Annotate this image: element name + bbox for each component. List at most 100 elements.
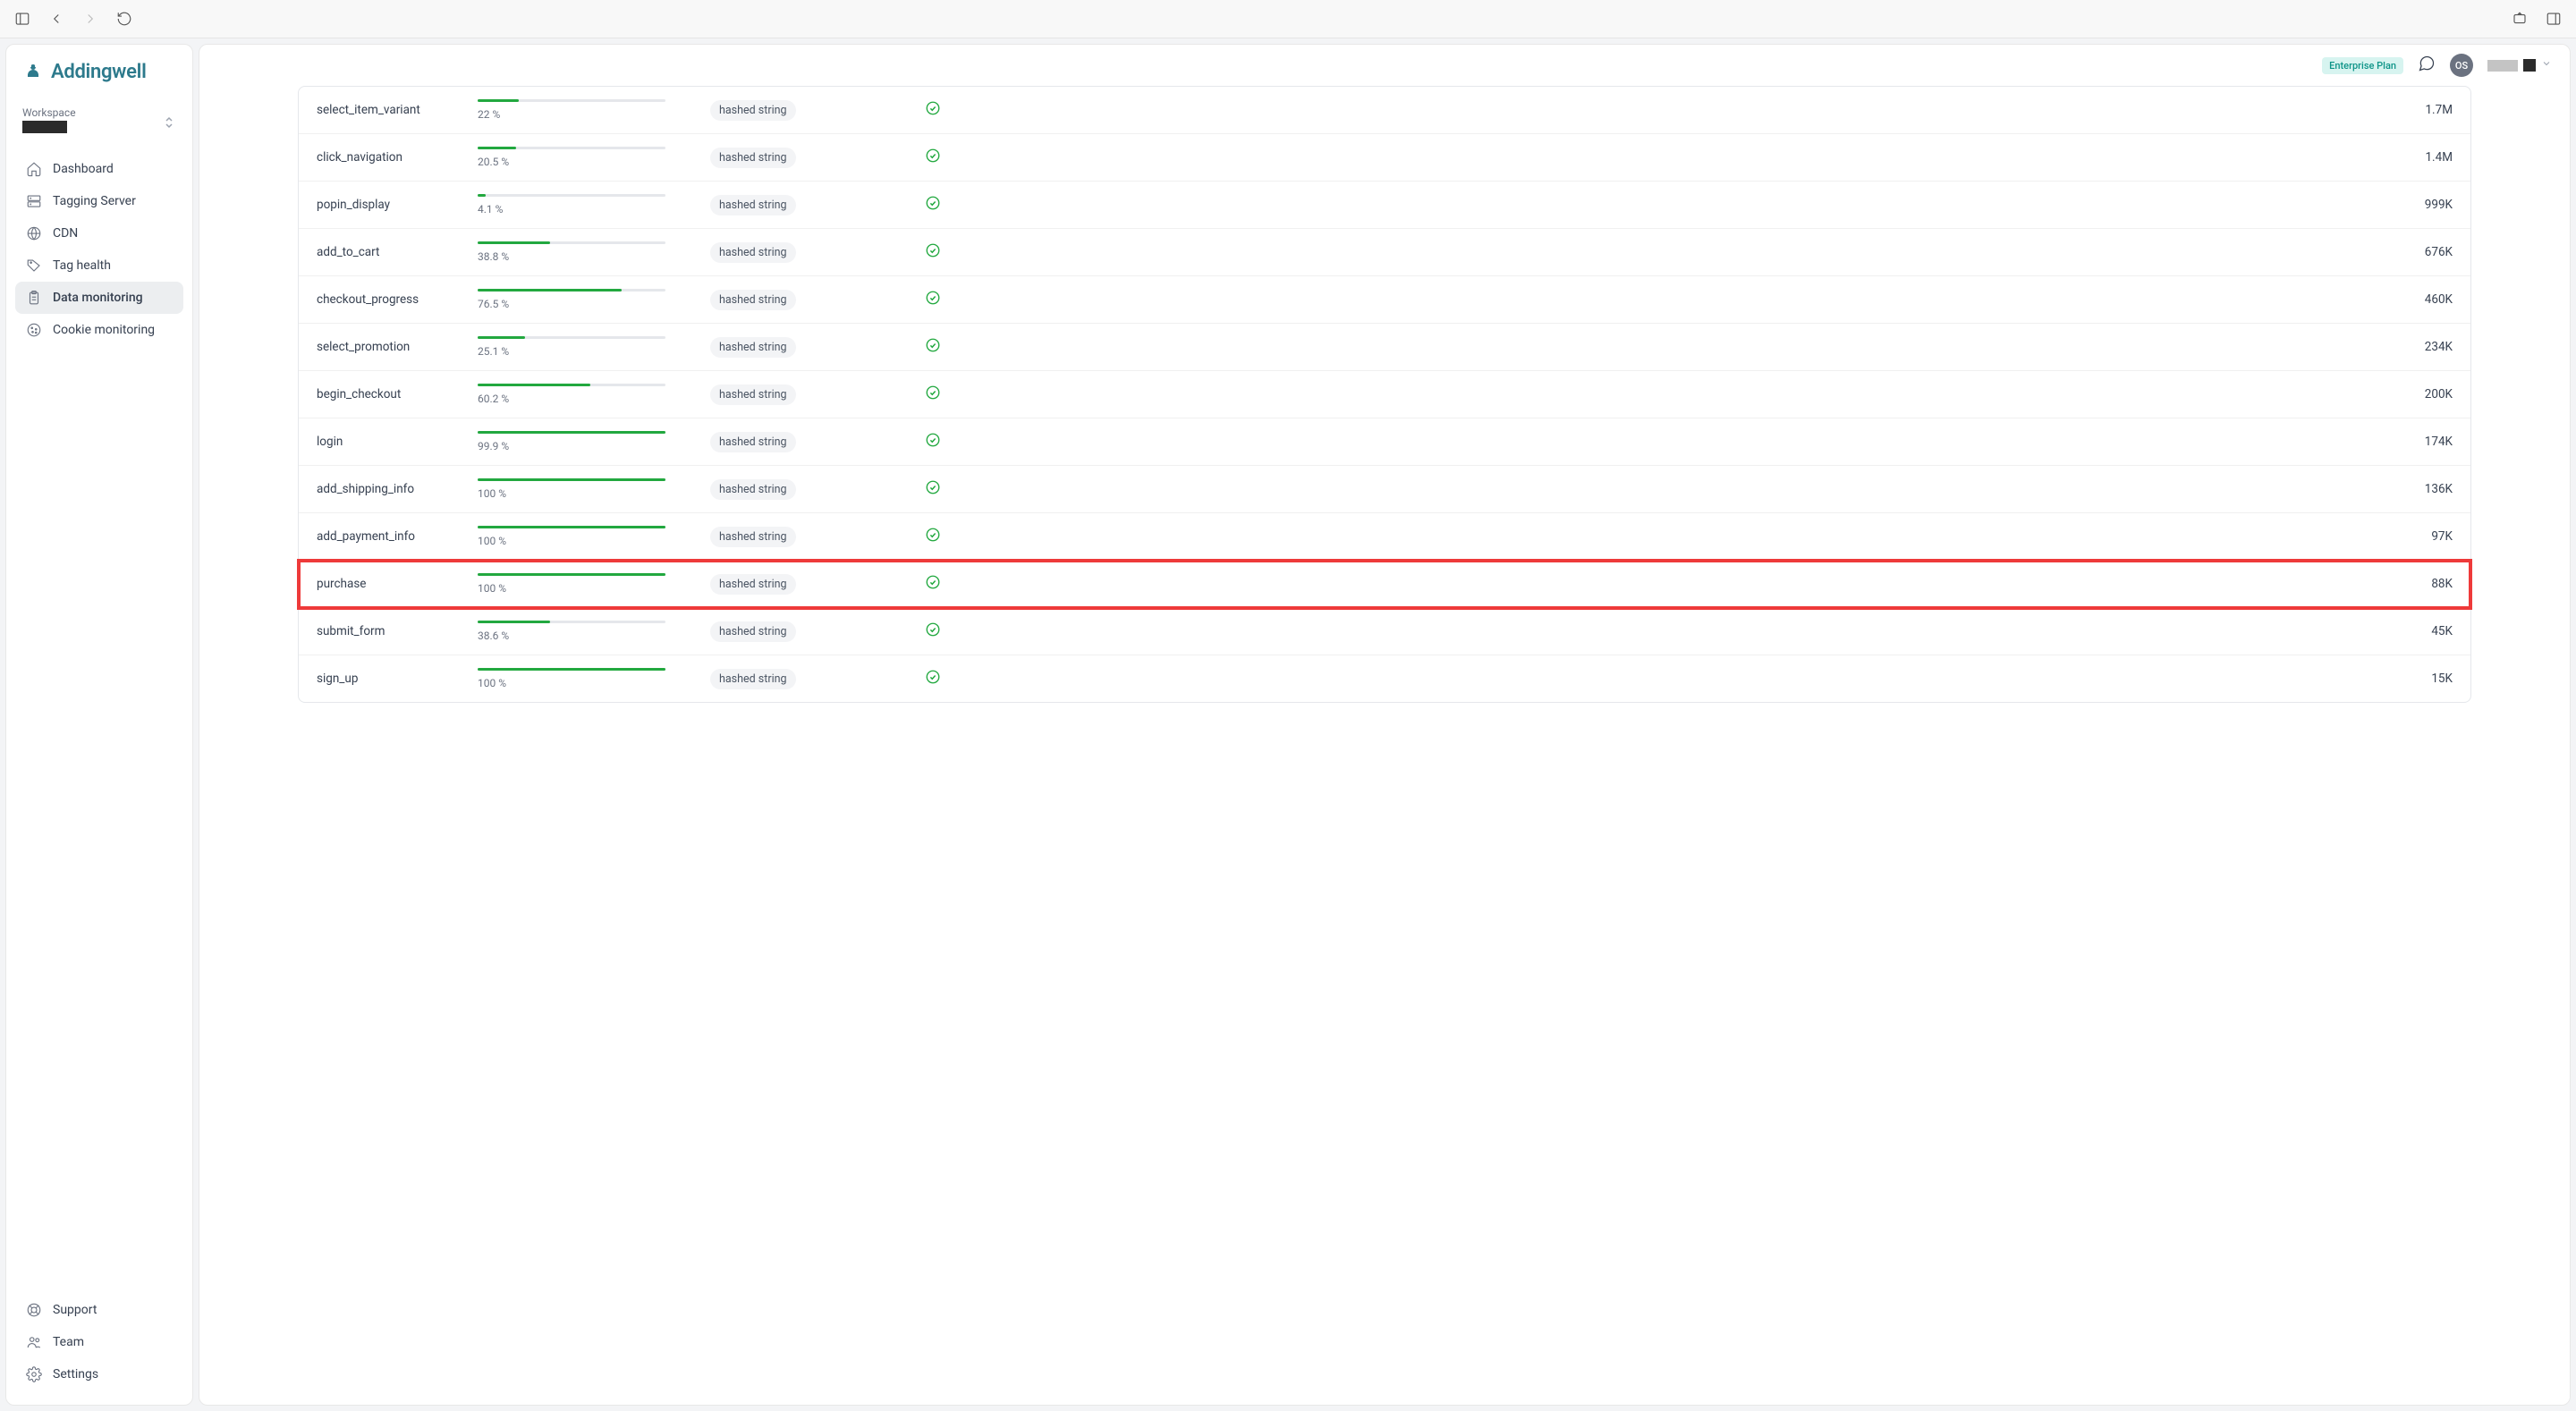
org-name-redacted — [2487, 60, 2518, 72]
check-circle-icon — [925, 390, 941, 404]
top-bar: Enterprise Plan OS — [199, 45, 2570, 86]
table-row[interactable]: begin_checkout60.2 %hashed string200K — [299, 371, 2470, 418]
table-row[interactable]: checkout_progress76.5 %hashed string460K — [299, 276, 2470, 324]
event-name: add_shipping_info — [317, 482, 478, 496]
workspace-label: Workspace — [22, 106, 176, 119]
workspace-selector[interactable]: Workspace — [6, 99, 192, 149]
type-badge: hashed string — [710, 195, 796, 215]
status-cell — [925, 148, 1050, 167]
type-cell: hashed string — [710, 242, 925, 263]
status-cell — [925, 384, 1050, 404]
table-row[interactable]: login99.9 %hashed string174K — [299, 418, 2470, 466]
count-value: 88K — [1050, 577, 2453, 591]
event-name: add_payment_info — [317, 529, 478, 544]
status-cell — [925, 290, 1050, 309]
nav-label: Tag health — [53, 258, 111, 273]
count-value: 1.7M — [1050, 103, 2453, 117]
chevron-down-icon — [2541, 58, 2552, 72]
event-name: login — [317, 435, 478, 449]
org-color-swatch — [2523, 59, 2536, 72]
type-cell: hashed string — [710, 337, 925, 358]
brand-logo[interactable]: Addingwell — [6, 55, 192, 99]
content-scroll[interactable]: select_item_variant22 %hashed string1.7M… — [199, 86, 2570, 1405]
progress-cell: 100 % — [478, 478, 710, 500]
sidebar-item-data-monitoring[interactable]: Data monitoring — [15, 282, 183, 314]
count-value: 45K — [1050, 624, 2453, 638]
check-circle-icon — [925, 437, 941, 452]
table-row[interactable]: purchase100 %hashed string88K — [299, 561, 2470, 608]
count-value: 15K — [1050, 672, 2453, 686]
status-cell — [925, 337, 1050, 357]
table-row[interactable]: popin_display4.1 %hashed string 999K — [299, 182, 2470, 229]
nav-label: Team — [53, 1335, 84, 1349]
users-icon — [26, 1334, 42, 1350]
table-row[interactable]: add_to_cart38.8 %hashed string676K — [299, 229, 2470, 276]
home-icon — [26, 161, 42, 177]
progress-cell: 76.5 % — [478, 289, 710, 310]
status-cell — [925, 621, 1050, 641]
table-row[interactable]: select_promotion25.1 %hashed string234K — [299, 324, 2470, 371]
sidebar-item-team[interactable]: Team — [15, 1326, 183, 1358]
type-badge: hashed string — [710, 669, 796, 689]
org-selector[interactable] — [2487, 58, 2552, 72]
type-cell: hashed string — [710, 195, 925, 215]
status-cell — [925, 669, 1050, 689]
nav-label: Data monitoring — [53, 291, 143, 305]
sidebar-item-support[interactable]: Support — [15, 1294, 183, 1326]
table-row[interactable]: sign_up100 %hashed string15K — [299, 655, 2470, 702]
event-name: popin_display — [317, 198, 478, 212]
sidebar-item-dashboard[interactable]: Dashboard — [15, 153, 183, 185]
event-name: select_item_variant — [317, 103, 478, 117]
forward-icon — [82, 11, 98, 27]
status-cell — [925, 432, 1050, 452]
type-badge: hashed string — [710, 242, 796, 263]
type-cell: hashed string — [710, 432, 925, 452]
type-cell: hashed string — [710, 479, 925, 500]
event-name: purchase — [317, 577, 478, 591]
type-badge: hashed string — [710, 148, 796, 168]
server-icon — [26, 193, 42, 209]
progress-cell: 100 % — [478, 573, 710, 595]
sidebar-item-cdn[interactable]: CDN — [15, 217, 183, 249]
event-name: add_to_cart — [317, 245, 478, 259]
nav-footer: Support Team Settings — [6, 1290, 192, 1394]
type-badge: hashed string — [710, 290, 796, 310]
check-circle-icon — [925, 106, 941, 120]
progress-cell: 4.1 % — [478, 194, 710, 215]
sidebar-toggle-icon[interactable] — [14, 11, 30, 27]
nav-label: Tagging Server — [53, 194, 136, 208]
progress-cell: 20.5 % — [478, 147, 710, 168]
nav-label: Dashboard — [53, 162, 114, 176]
tag-icon — [26, 258, 42, 274]
sidebar-item-settings[interactable]: Settings — [15, 1358, 183, 1390]
table-row[interactable]: click_navigation20.5 %hashed string1.4M — [299, 134, 2470, 182]
count-value: 174K — [1050, 435, 2453, 449]
tabs-icon[interactable] — [2546, 11, 2562, 27]
nav-label: Support — [53, 1303, 97, 1317]
table-row[interactable]: add_payment_info100 %hashed string97K — [299, 513, 2470, 561]
nav-label: CDN — [53, 226, 78, 241]
status-cell — [925, 574, 1050, 594]
event-name: submit_form — [317, 624, 478, 638]
table-row[interactable]: select_item_variant22 %hashed string1.7M — [299, 87, 2470, 134]
check-circle-icon — [925, 674, 941, 689]
sidebar-item-tagging-server[interactable]: Tagging Server — [15, 185, 183, 217]
brand-name: Addingwell — [51, 61, 147, 83]
sidebar-item-tag-health[interactable]: Tag health — [15, 249, 183, 282]
count-value: 999K — [1050, 198, 2453, 212]
table-row[interactable]: add_shipping_info100 %hashed string136K — [299, 466, 2470, 513]
back-icon[interactable] — [48, 11, 64, 27]
globe-icon — [26, 225, 42, 241]
progress-cell: 38.8 % — [478, 241, 710, 263]
type-cell: hashed string — [710, 100, 925, 121]
type-badge: hashed string — [710, 527, 796, 547]
check-circle-icon — [925, 342, 941, 357]
reload-icon[interactable] — [116, 11, 132, 27]
chat-icon[interactable] — [2418, 55, 2436, 76]
avatar[interactable]: OS — [2450, 54, 2473, 77]
sidebar-item-cookie-monitoring[interactable]: Cookie monitoring — [15, 314, 183, 346]
share-icon[interactable] — [2512, 11, 2528, 27]
event-name: sign_up — [317, 672, 478, 686]
table-row[interactable]: submit_form38.6 %hashed string45K — [299, 608, 2470, 655]
check-circle-icon — [925, 485, 941, 499]
